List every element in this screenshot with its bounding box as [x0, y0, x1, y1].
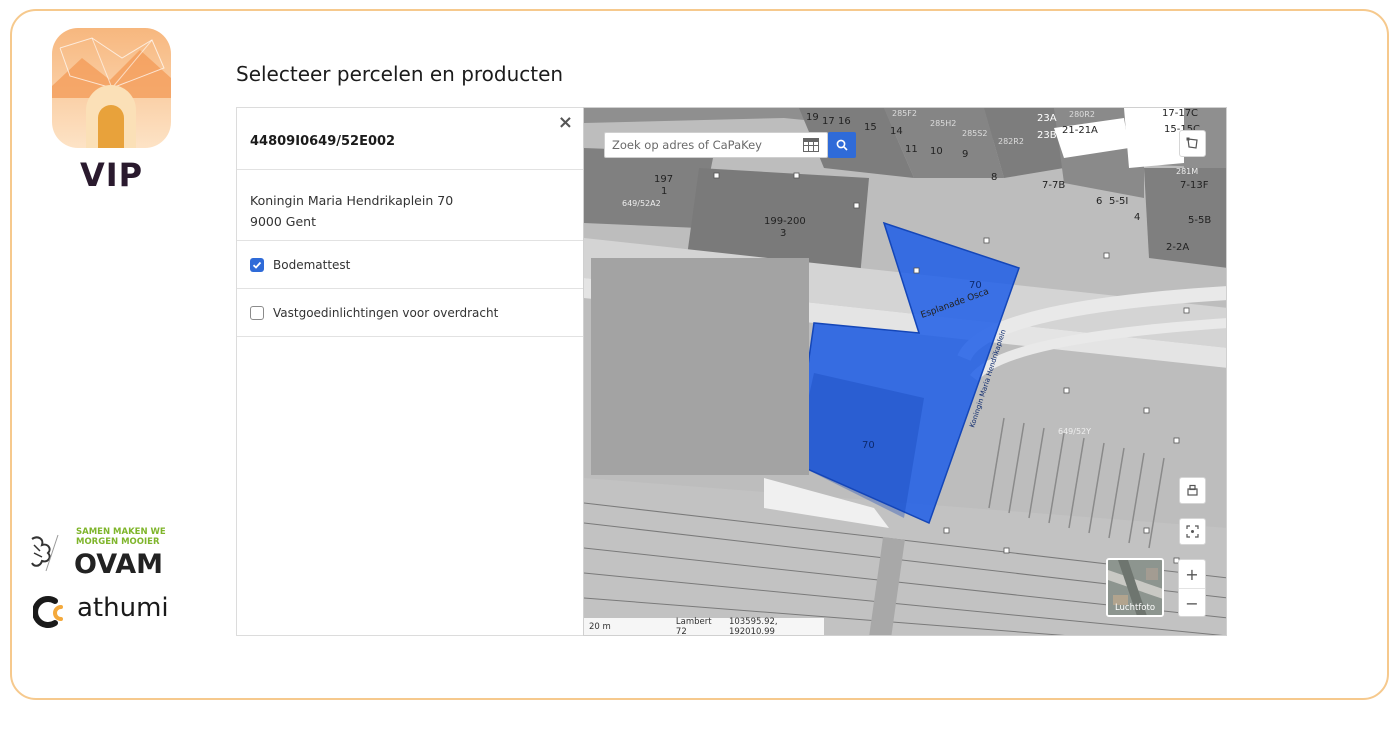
parcel-number: 23A: [1037, 113, 1057, 124]
parcel-number: 5-5B: [1188, 215, 1211, 226]
ovam-logo: SAMEN MAKEN WE MORGEN MOOIER OVAM: [24, 527, 184, 587]
cursor-coordinates: 103595.92, 192010.99: [728, 616, 778, 636]
close-icon[interactable]: ×: [558, 112, 573, 133]
parcel-number: 649/52A2: [622, 199, 661, 208]
polygon-select-icon: [1186, 137, 1198, 149]
print-button[interactable]: [1179, 477, 1206, 504]
parcel-number: 16: [838, 116, 851, 127]
parcel-id: 44809I0649/52E002: [250, 134, 396, 149]
parcel-number: 70: [969, 280, 982, 291]
parcel-number: 3: [780, 228, 786, 239]
parcel-number: 70: [862, 440, 875, 451]
parcel-number: 19: [806, 112, 819, 123]
ovam-tagline-2: MORGEN MOOIER: [76, 537, 160, 547]
parcel-header: 44809I0649/52E002 ×: [237, 108, 583, 170]
parcel-number: 8: [991, 172, 997, 183]
projection-label: Lambert 72: [675, 616, 712, 636]
map-view[interactable]: Esplanade Osca Koningin Maria Hendrikapl…: [583, 107, 1227, 636]
checkbox-unchecked-icon[interactable]: [250, 305, 264, 320]
parcel-number: 285H2: [930, 119, 956, 128]
parcel-number: 285F2: [892, 109, 917, 118]
vip-logo-icon: [52, 28, 171, 148]
map-scale-bar: 20 m Lambert 72 103595.92, 192010.99: [584, 616, 824, 636]
athumi-name: athumi: [77, 593, 169, 623]
parcel-number: 6: [1096, 196, 1102, 207]
parcel-number: 10: [930, 146, 943, 157]
checkbox-checked-icon[interactable]: [250, 257, 264, 272]
vip-app-name: VIP: [79, 156, 144, 194]
parcel-number: 5-5I: [1109, 196, 1128, 207]
parcel-number: 21-21A: [1062, 125, 1098, 136]
search-placeholder: Zoek op adres of CaPaKey: [612, 138, 762, 152]
grid-icon[interactable]: [803, 138, 819, 152]
zoom-controls: + −: [1178, 559, 1206, 617]
parcel-number: 4: [1134, 212, 1140, 223]
parcel-number: 285S2: [962, 129, 987, 138]
print-icon: [1187, 484, 1198, 496]
parcel-number: 7-7B: [1042, 180, 1065, 191]
search-button[interactable]: [828, 132, 856, 158]
parcel-number: 17: [822, 116, 835, 127]
parcel-number: 23B: [1037, 130, 1057, 141]
parcel-number: 1: [661, 186, 667, 197]
scale-text: 20 m: [589, 621, 611, 632]
select-tool-button[interactable]: [1179, 130, 1206, 157]
parcel-number: 14: [890, 126, 903, 137]
map-canvas: Esplanade Osca Koningin Maria Hendrikapl…: [584, 108, 1226, 635]
address-city: 9000 Gent: [250, 214, 316, 229]
parcel-number: 15: [864, 122, 877, 133]
parcel-number: 649/52Y: [1058, 427, 1091, 436]
product-label: Vastgoedinlichtingen voor overdracht: [273, 305, 499, 320]
parcel-address: Koningin Maria Hendrikaplein 70 9000 Gen…: [237, 170, 583, 241]
product-option-vastgoed[interactable]: Vastgoedinlichtingen voor overdracht: [237, 289, 583, 337]
product-label: Bodemattest: [273, 257, 351, 272]
flemish-lion-icon: [31, 534, 59, 572]
parcel-panel: 44809I0649/52E002 × Koningin Maria Hendr…: [236, 107, 584, 636]
address-street: Koningin Maria Hendrikaplein 70: [250, 193, 454, 208]
parcel-number: 281M: [1176, 167, 1198, 176]
ovam-tagline-1: SAMEN MAKEN WE: [76, 527, 166, 537]
parcel-number: 282R2: [998, 137, 1024, 146]
fullscreen-button[interactable]: [1179, 518, 1206, 545]
map-search-input[interactable]: Zoek op adres of CaPaKey: [604, 132, 828, 158]
aerial-photo-toggle[interactable]: Luchtfoto: [1106, 558, 1164, 617]
fullscreen-icon: [1186, 525, 1199, 538]
athumi-logo: athumi: [33, 591, 193, 631]
parcel-number: 17-17C: [1162, 108, 1198, 119]
parcel-number: 280R2: [1069, 110, 1095, 119]
parcel-number: 11: [905, 144, 918, 155]
zoom-out-button[interactable]: −: [1179, 589, 1205, 618]
parcel-number: 7-13F: [1180, 180, 1209, 191]
parcel-number: 2-2A: [1166, 242, 1189, 253]
product-option-bodemattest[interactable]: Bodemattest: [237, 241, 583, 289]
page-title: Selecteer percelen en producten: [236, 62, 564, 86]
athumi-mark-icon: [33, 596, 63, 628]
search-icon: [836, 139, 848, 151]
aerial-label: Luchtfoto: [1114, 603, 1156, 613]
ovam-name: OVAM: [74, 549, 164, 580]
zoom-in-button[interactable]: +: [1179, 560, 1205, 589]
parcel-number: 199-200: [764, 216, 806, 227]
parcel-number: 9: [962, 149, 968, 160]
parcel-number: 197: [654, 174, 673, 185]
